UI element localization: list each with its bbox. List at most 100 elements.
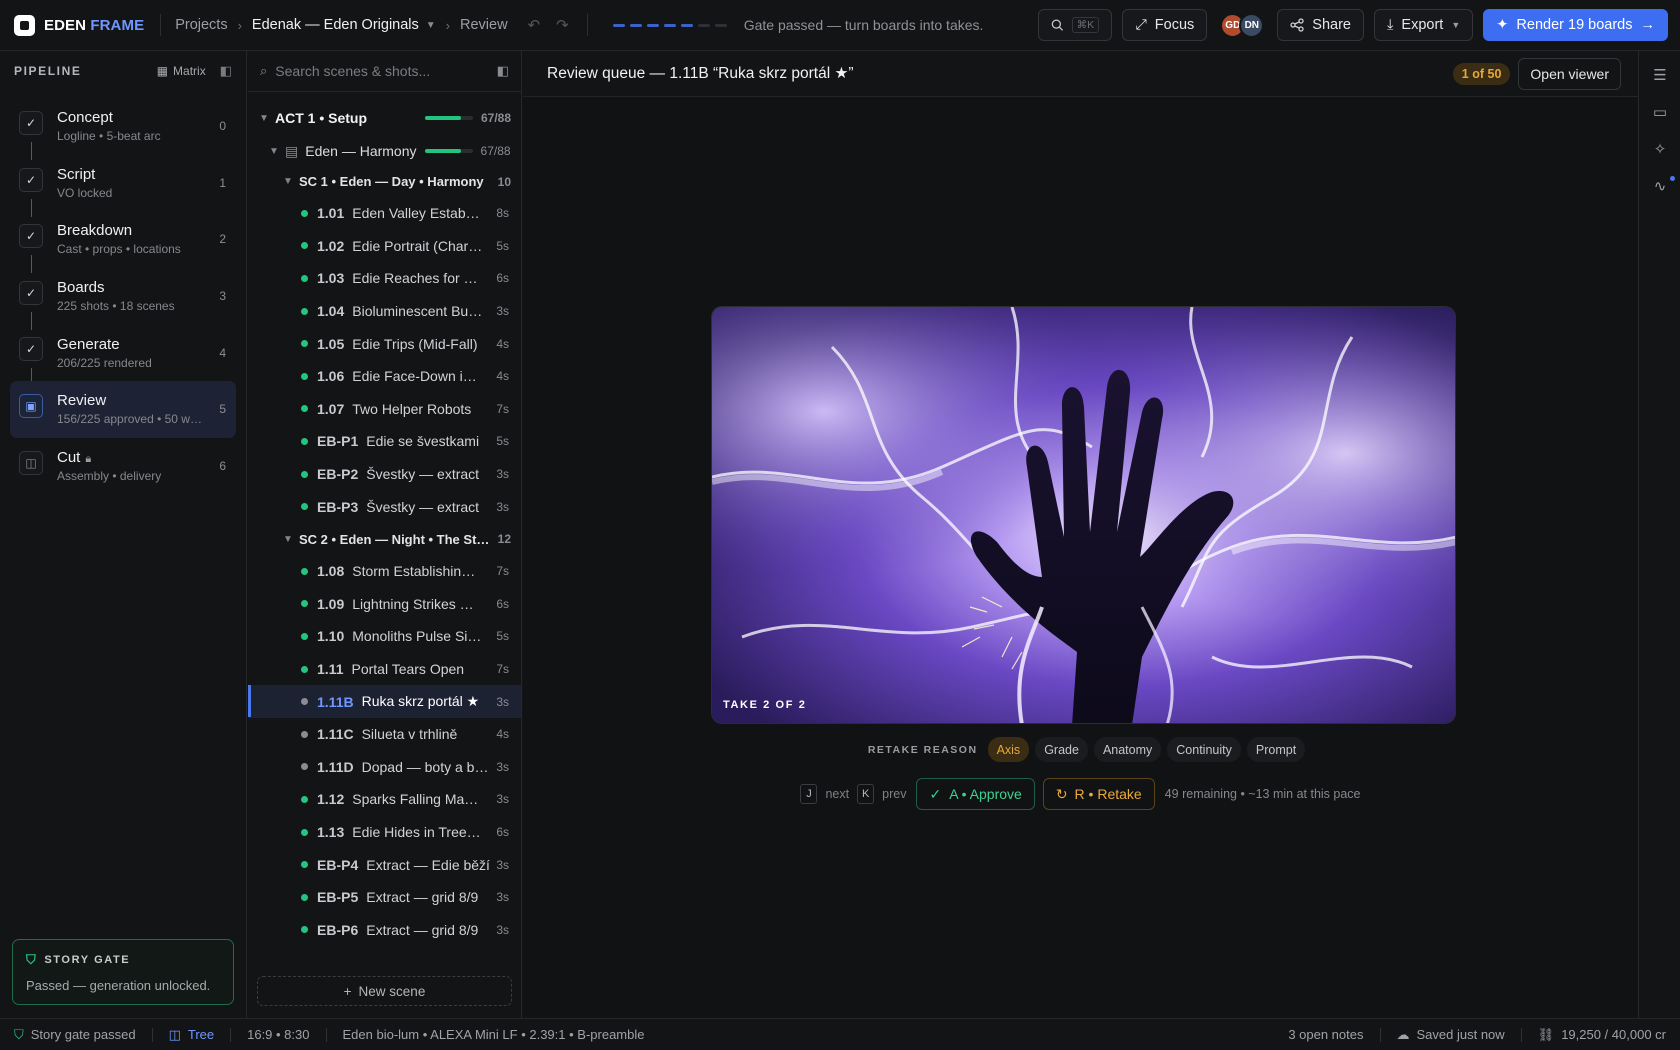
share-label: Share: [1312, 17, 1351, 33]
shot-row[interactable]: EB-P3 Švestky — extract 3s: [248, 490, 521, 523]
stage-review[interactable]: ▣ Review 156/225 approved • 50 waiting 5: [10, 380, 236, 438]
redo-icon[interactable]: ↷: [556, 16, 569, 34]
render-button[interactable]: ✦ Render 19 boards →: [1483, 9, 1668, 41]
undo-icon[interactable]: ↶: [528, 16, 541, 34]
matrix-toggle[interactable]: ▦ Matrix: [157, 64, 206, 78]
shot-row[interactable]: 1.02 Edie Portrait (Character) 5s: [248, 230, 521, 263]
reason-chip-continuity[interactable]: Continuity: [1167, 737, 1241, 762]
scene-count: 10: [497, 174, 511, 189]
shot-row[interactable]: EB-P1 Edie se švestkami 5s: [248, 425, 521, 458]
collaborators[interactable]: GD DN: [1220, 12, 1265, 38]
shot-title: Švestky — extract: [366, 466, 480, 483]
new-scene-button[interactable]: + New scene: [257, 976, 512, 1006]
search-icon: [1051, 19, 1064, 31]
export-button[interactable]: ⤓ Export ▼: [1374, 9, 1474, 41]
chevron-down-icon[interactable]: ▼: [426, 20, 436, 31]
shot-id: 1.02: [317, 237, 345, 254]
sequence-row[interactable]: ▼ ▤ Eden — Harmony 67/88: [248, 136, 521, 166]
comment-icon[interactable]: ▭: [1651, 103, 1669, 121]
search-bar[interactable]: ⌕ Search scenes & shots... ◧: [248, 51, 521, 92]
breadcrumb-page[interactable]: Review: [460, 17, 508, 33]
next-key: J: [800, 784, 818, 804]
shot-row[interactable]: 1.11 Portal Tears Open 7s: [248, 653, 521, 686]
check-icon: ✓: [19, 337, 43, 362]
shot-row[interactable]: 1.08 Storm Establishing (Wide) 7s: [248, 555, 521, 588]
reason-chip-grade[interactable]: Grade: [1035, 737, 1088, 762]
search-input[interactable]: Search scenes & shots...: [275, 63, 488, 79]
panel-toggle-icon[interactable]: ◧: [497, 63, 509, 79]
breadcrumb-projects[interactable]: Projects: [175, 17, 227, 33]
shot-row[interactable]: 1.09 Lightning Strikes Monolith 6s: [248, 588, 521, 621]
shot-duration: 4s: [496, 336, 509, 351]
sliders-icon[interactable]: ☰: [1651, 66, 1669, 84]
shot-id: 1.11D: [317, 758, 354, 775]
shot-row[interactable]: 1.06 Edie Face-Down in Moss 4s: [248, 360, 521, 393]
gate-status[interactable]: ⛉ Story gate passed: [14, 1027, 136, 1043]
export-label: Export: [1401, 17, 1444, 33]
shot-id: 1.10: [317, 628, 345, 645]
prev-hint: prev: [882, 787, 907, 801]
collapse-sidebar-icon[interactable]: ◧: [220, 63, 232, 79]
breadcrumb-project[interactable]: Edenak — Eden Originals: [252, 17, 419, 33]
shot-row[interactable]: 1.07 Two Helper Robots 7s: [248, 393, 521, 426]
view-toggle[interactable]: ◫ Tree: [169, 1027, 215, 1043]
search-button[interactable]: ⌘K: [1038, 9, 1113, 41]
stage-cut[interactable]: ◫ Cut 🔒︎ Assembly • delivery 6: [10, 438, 236, 495]
stage-breakdown[interactable]: ✓ Breakdown Cast • props • locations 2: [10, 211, 236, 274]
reason-chip-prompt[interactable]: Prompt: [1246, 737, 1306, 762]
shot-row[interactable]: 1.05 Edie Trips (Mid-Fall) 4s: [248, 327, 521, 360]
shot-row[interactable]: EB-P4 Extract — Edie běží 3s: [248, 848, 521, 881]
shot-id: 1.11: [317, 661, 344, 678]
sparkle-icon[interactable]: ✧: [1651, 140, 1669, 158]
shot-id: EB-P6: [317, 921, 359, 938]
shot-row-selected[interactable]: 1.11B Ruka skrz portál ★ 3s: [248, 685, 521, 718]
stage-number: 4: [219, 345, 226, 360]
view-label: Tree: [187, 1027, 215, 1042]
stage-number: 1: [219, 175, 226, 190]
stage-script[interactable]: ✓ Script VO locked 1: [10, 155, 236, 217]
shot-row[interactable]: 1.13 Edie Hides in Tree Hollow 6s: [248, 816, 521, 849]
act-label: ACT 1 • Setup: [275, 110, 368, 126]
stage-generate[interactable]: ✓ Generate 206/225 rendered 4: [10, 324, 236, 387]
open-viewer-button[interactable]: Open viewer: [1518, 57, 1621, 90]
approve-button[interactable]: ✓ A • Approve: [916, 778, 1035, 810]
review-icon: ▣: [19, 393, 43, 418]
stage-name: Boards: [57, 279, 105, 297]
scene-row[interactable]: ▼ SC 2 • Eden — Night • The Storm 12: [248, 523, 521, 555]
reason-chip-axis[interactable]: Axis: [987, 737, 1030, 762]
scene-row[interactable]: ▼ SC 1 • Eden — Day • Harmony 10: [248, 166, 521, 197]
cloud-icon: ☁: [1396, 1026, 1410, 1042]
shot-duration: 7s: [496, 401, 509, 416]
stage-boards[interactable]: ✓ Boards 225 shots • 18 scenes 3: [10, 268, 236, 330]
notes-count[interactable]: 3 open notes: [1288, 1027, 1363, 1042]
shot-row[interactable]: EB-P2 Švestky — extract 3s: [248, 458, 521, 491]
shot-row[interactable]: 1.11C Silueta v trhlině 4s: [248, 718, 521, 751]
share-button[interactable]: Share: [1277, 9, 1364, 41]
link-icon: ⛓: [1537, 1026, 1555, 1042]
shot-id: 1.12: [317, 791, 345, 808]
shot-row[interactable]: 1.01 Eden Valley Establishing 8s: [248, 197, 521, 230]
shot-row[interactable]: 1.12 Sparks Falling Macro 3s: [248, 783, 521, 816]
take-preview[interactable]: TAKE 2 OF 2: [711, 306, 1456, 724]
shot-row[interactable]: 1.11D Dopad — boty a bahno 3s: [248, 751, 521, 784]
retake-button[interactable]: ↻ R • Retake: [1042, 778, 1155, 810]
shot-title: Storm Establishing (Wide): [352, 563, 482, 580]
shot-row[interactable]: EB-P5 Extract — grid 8/9 3s: [248, 881, 521, 914]
avatar[interactable]: DN: [1239, 12, 1265, 38]
credits[interactable]: ⛓ 19,250 / 40,000 cr: [1538, 1027, 1666, 1043]
shot-row[interactable]: 1.03 Edie Reaches for Branch 6s: [248, 262, 521, 295]
shot-row[interactable]: 1.04 Bioluminescent Butterflies 3s: [248, 295, 521, 328]
act-row[interactable]: ▼ ACT 1 • Setup 67/88: [248, 100, 521, 136]
stage-name: Cut 🔒︎: [57, 448, 92, 466]
focus-button[interactable]: ⤢ Focus: [1122, 9, 1208, 41]
logo-icon[interactable]: [14, 14, 35, 36]
take-label: TAKE 2 OF 2: [723, 699, 807, 711]
activity-icon[interactable]: ∿: [1651, 177, 1669, 195]
chevron-down-icon: ▼: [283, 176, 293, 187]
shot-row[interactable]: 1.10 Monoliths Pulse Single 5s: [248, 620, 521, 653]
reason-chip-anatomy[interactable]: Anatomy: [1093, 737, 1162, 762]
story-gate-card[interactable]: ⛉ STORY GATE Passed — generation unlocked…: [12, 939, 234, 1005]
shot-row[interactable]: EB-P6 Extract — grid 8/9 3s: [248, 914, 521, 947]
status-dot: [301, 698, 308, 706]
stage-concept[interactable]: ✓ Concept Logline • 5-beat arc 0: [10, 98, 236, 160]
